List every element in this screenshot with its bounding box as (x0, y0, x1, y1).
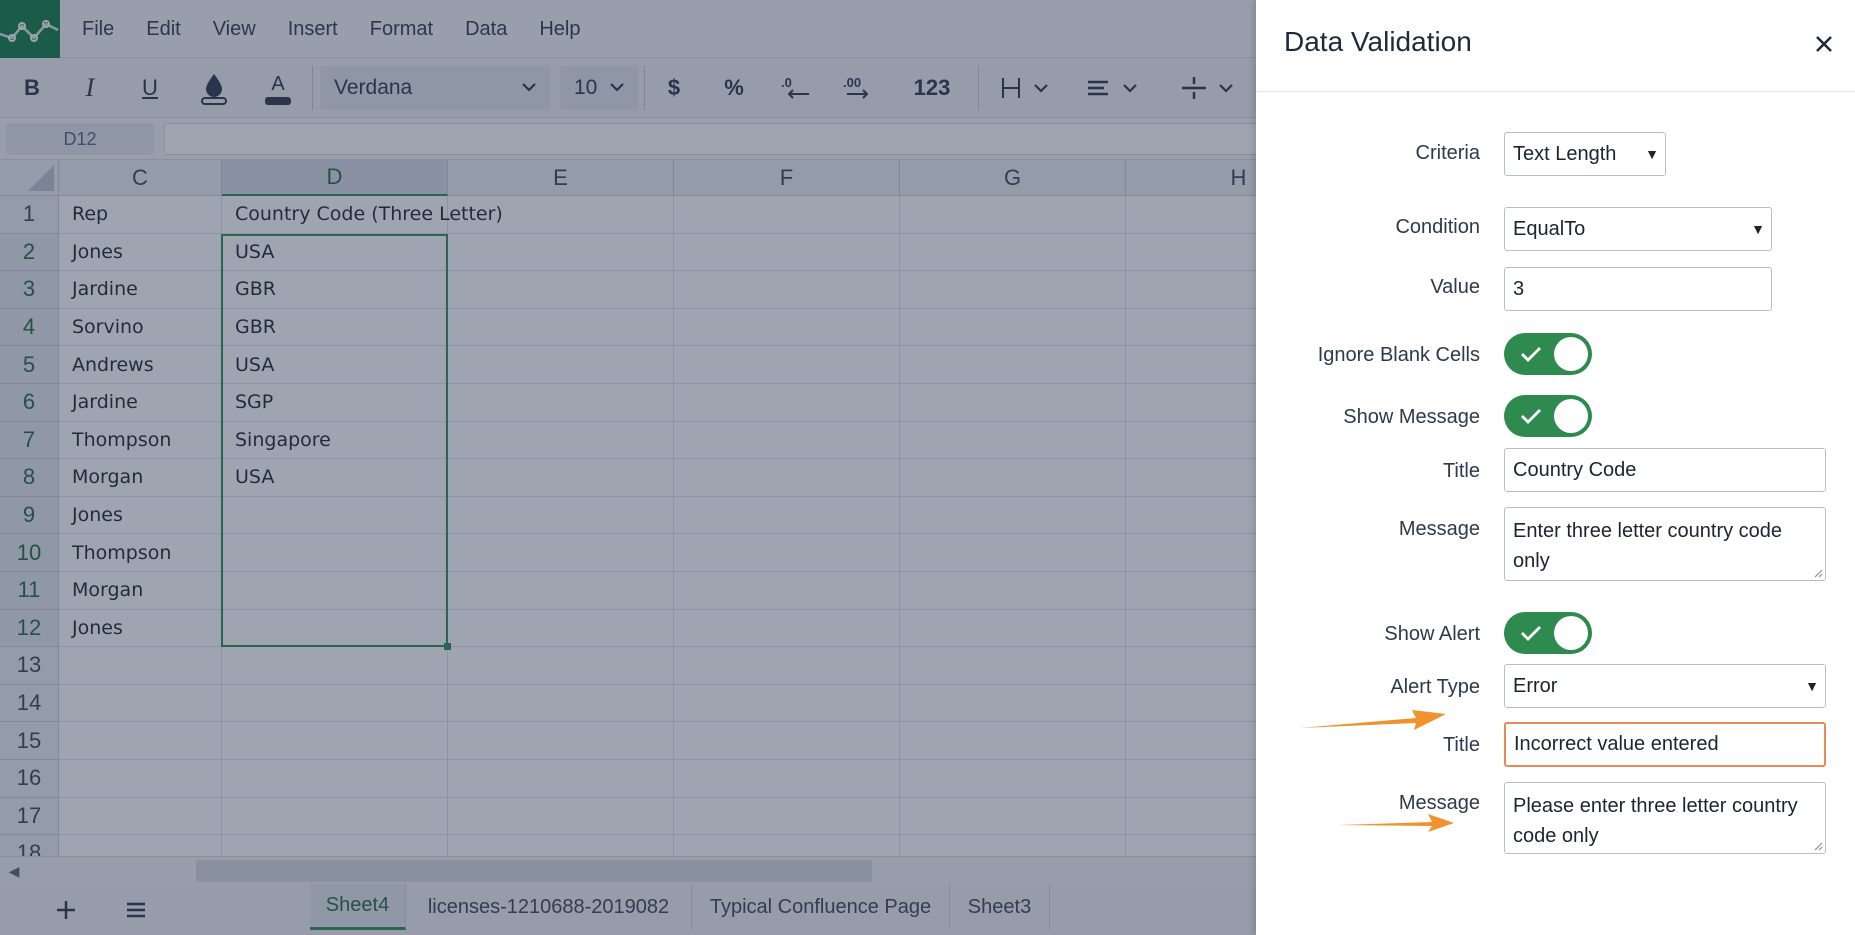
alert-type-select[interactable]: Error ▼ (1504, 664, 1826, 708)
show-alert-label: Show Alert (1384, 623, 1480, 645)
check-icon (1521, 626, 1541, 641)
message-text: Enter three letter country code only (1513, 520, 1783, 572)
criteria-select[interactable]: Text Length ▼ (1504, 132, 1666, 176)
alert-title-input[interactable]: Incorrect value entered (1504, 722, 1826, 767)
alert-message-text: Please enter three letter country code o… (1513, 795, 1798, 847)
message-title-input[interactable]: Country Code (1504, 448, 1826, 492)
dropdown-arrow-icon: ▼ (1805, 678, 1819, 694)
condition-label: Condition (1395, 216, 1480, 238)
show-message-toggle[interactable] (1504, 395, 1592, 437)
show-alert-toggle[interactable] (1504, 612, 1592, 654)
condition-select[interactable]: EqualTo ▼ (1504, 207, 1772, 251)
annotation-arrow-icon (1300, 710, 1446, 730)
alert-type-value: Error (1513, 674, 1558, 697)
criteria-label: Criteria (1415, 142, 1480, 164)
ignore-blank-label: Ignore Blank Cells (1317, 344, 1480, 366)
close-button[interactable] (1806, 26, 1842, 62)
alert-message-textarea[interactable]: Please enter three letter country code o… (1504, 782, 1826, 854)
resize-handle-icon (1814, 569, 1823, 578)
dropdown-arrow-icon: ▼ (1645, 146, 1659, 162)
data-validation-panel: Data Validation Criteria Text Length ▼ C… (1256, 0, 1855, 935)
annotation-arrow-icon (1338, 814, 1454, 832)
message-label: Message (1398, 518, 1480, 540)
value-input[interactable]: 3 (1504, 267, 1772, 311)
alert-title-label: Title (1442, 734, 1480, 756)
panel-header: Data Validation (1256, 0, 1855, 92)
condition-value: EqualTo (1513, 217, 1586, 240)
message-textarea[interactable]: Enter three letter country code only (1504, 507, 1826, 581)
ignore-blank-toggle[interactable] (1504, 333, 1592, 375)
value-label: Value (1430, 276, 1480, 298)
toggle-knob (1554, 399, 1588, 433)
alert-type-label: Alert Type (1390, 676, 1480, 698)
check-icon (1521, 409, 1541, 424)
panel-title: Data Validation (1284, 26, 1472, 57)
show-message-label: Show Message (1343, 406, 1480, 428)
resize-handle-icon (1814, 842, 1823, 851)
criteria-value: Text Length (1513, 142, 1617, 165)
message-title-label: Title (1442, 460, 1480, 482)
close-icon (1816, 36, 1832, 52)
toggle-knob (1554, 337, 1588, 371)
toggle-knob (1554, 616, 1588, 650)
check-icon (1521, 347, 1541, 362)
dropdown-arrow-icon: ▼ (1751, 221, 1765, 237)
